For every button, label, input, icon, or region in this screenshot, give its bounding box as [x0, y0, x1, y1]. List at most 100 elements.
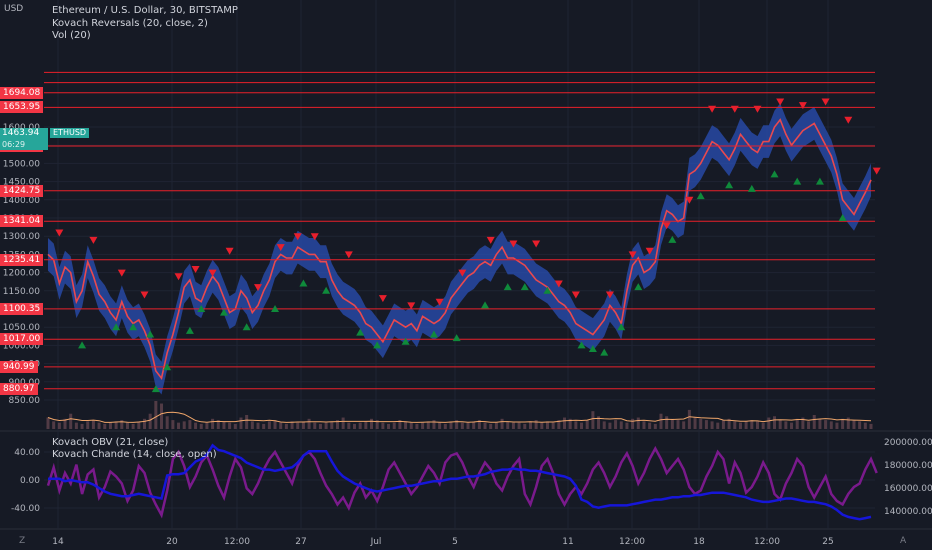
volume-bar [52, 421, 56, 429]
volume-bar [619, 421, 623, 429]
auto-scale-button-right[interactable]: A [900, 536, 906, 546]
volume-bar [364, 421, 368, 429]
volume-bar [182, 421, 186, 429]
auto-scale-button[interactable]: Z [19, 536, 25, 546]
volume-bar [74, 422, 78, 429]
volume-bar [528, 421, 532, 429]
volume-bar [330, 421, 334, 429]
y-tick-label: 1050.00 [3, 323, 40, 333]
chart-window: 850.00900.00950.001000.001050.001100.001… [0, 0, 932, 550]
indicator-kovach-chande-label[interactable]: Kovach Chande (14, close, open) [52, 449, 217, 460]
level-badge: 1653.95 [0, 101, 44, 114]
volume-bar [506, 421, 510, 429]
volume-bar [693, 417, 697, 429]
x-tick-label: Jul [370, 537, 382, 547]
bullish-reversal-marker [452, 334, 461, 342]
volume-bar [665, 416, 669, 429]
volume-bar [591, 411, 595, 429]
volume-bar [614, 420, 618, 429]
bearish-reversal-marker [571, 291, 580, 299]
volume-bar [370, 418, 374, 429]
volume-bar [404, 421, 408, 429]
volume-bar [154, 401, 158, 429]
y-tick-label: 1150.00 [3, 287, 40, 297]
level-badge: 880.97 [0, 382, 38, 395]
lower-left-tick-label: -40.00 [11, 504, 40, 514]
volume-bar [125, 422, 129, 429]
volume-bar [86, 421, 90, 429]
volume-bar [863, 422, 867, 429]
volume-bar [500, 418, 504, 429]
volume-bar [233, 423, 237, 429]
volume-bar [307, 418, 311, 429]
lower-right-tick-label: 160000.00 [884, 484, 932, 494]
level-badge: 1235.41 [0, 253, 44, 266]
volume-bar [188, 420, 192, 429]
chart-canvas[interactable]: 850.00900.00950.001000.001050.001100.001… [0, 0, 932, 550]
symbol-title: Ethereum / U.S. Dollar, 30, BITSTAMP [52, 5, 238, 16]
bearish-reversal-marker [191, 265, 200, 273]
volume-bar [409, 422, 413, 429]
x-tick-label: 12:00 [619, 537, 645, 547]
level-badge: 1424.75 [0, 184, 44, 197]
volume-bar [523, 423, 527, 429]
volume-bar [194, 422, 198, 429]
bearish-reversal-marker [798, 102, 807, 110]
lower-right-tick-label: 200000.00 [884, 438, 932, 448]
level-badge: 1694.08 [0, 86, 44, 99]
volume-bar [648, 422, 652, 429]
volume-bar [773, 416, 777, 429]
bullish-reversal-marker [503, 283, 512, 291]
level-badge: 1100.35 [0, 302, 44, 315]
volume-bar [608, 422, 612, 429]
volume-bar [716, 422, 720, 429]
bullish-reversal-marker [747, 184, 756, 192]
current-price-value: 1463.94 [2, 128, 40, 138]
volume-bar [642, 421, 646, 429]
bearish-reversal-marker [378, 295, 387, 303]
indicator-kovach-obv-label[interactable]: Kovach OBV (21, close) [52, 437, 168, 448]
volume-bar [239, 417, 243, 429]
indicator-volume-label[interactable]: Vol (20) [52, 30, 91, 41]
volume-bar [296, 422, 300, 429]
bullish-reversal-marker [481, 301, 490, 309]
volume-bar [710, 421, 714, 429]
volume-bar [438, 422, 442, 429]
volume-bar [318, 423, 322, 429]
bullish-reversal-marker [696, 192, 705, 200]
bearish-reversal-marker [753, 105, 762, 113]
volume-bar [551, 422, 555, 429]
lower-left-tick-label: 40.00 [14, 448, 40, 458]
volume-bar [682, 421, 686, 429]
volume-bar [824, 420, 828, 429]
volume-bar [721, 420, 725, 429]
x-tick-label: 25 [822, 537, 833, 547]
volume-bar [91, 420, 95, 429]
volume-bar [489, 423, 493, 429]
volume-bar [347, 422, 351, 429]
volume-bar [177, 422, 181, 429]
bullish-reversal-marker [600, 348, 609, 356]
volume-bar [250, 421, 254, 429]
volume-bar [108, 422, 112, 429]
bearish-reversal-marker [486, 236, 495, 244]
volume-bar [812, 415, 816, 429]
volume-bar [262, 423, 266, 429]
x-tick-label: 11 [562, 537, 573, 547]
volume-bar [733, 421, 737, 429]
volume-bar [211, 418, 215, 429]
bullish-reversal-marker [770, 170, 779, 178]
y-tick-label: 1300.00 [3, 232, 40, 242]
current-price-badge: 1463.94 06:29 [0, 128, 48, 150]
bearish-reversal-marker [407, 302, 416, 310]
volume-bar [602, 421, 606, 429]
volume-bar [381, 422, 385, 429]
indicator-kovach-reversals-label[interactable]: Kovach Reversals (20, close, 2) [52, 18, 208, 29]
volume-bar [199, 423, 203, 429]
volume-bar [540, 422, 544, 429]
bearish-reversal-marker [225, 247, 234, 255]
volume-bar [755, 421, 759, 429]
volume-bar [171, 420, 175, 429]
y-tick-label: 1200.00 [3, 269, 40, 279]
volume-bar [279, 422, 283, 429]
